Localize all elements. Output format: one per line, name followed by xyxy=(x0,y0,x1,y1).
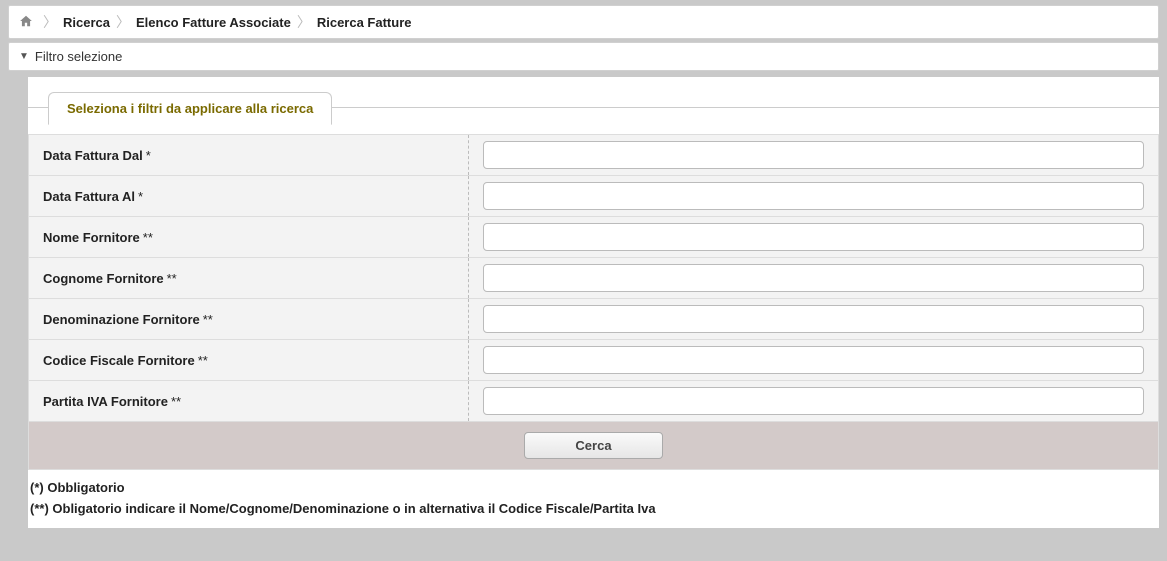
input-cell xyxy=(469,135,1158,175)
required-mark: ** xyxy=(167,271,177,286)
input-cell xyxy=(469,258,1158,298)
row-denominazione-fornitore: Denominazione Fornitore ** xyxy=(29,299,1158,340)
label-partita-iva-fornitore: Partita IVA Fornitore ** xyxy=(29,381,469,421)
content-wrap: Seleziona i filtri da applicare alla ric… xyxy=(8,77,1159,528)
caret-down-icon: ▼ xyxy=(19,51,29,62)
required-mark: ** xyxy=(198,353,208,368)
search-filters-fieldset: Seleziona i filtri da applicare alla ric… xyxy=(28,107,1159,528)
label-cognome-fornitore: Cognome Fornitore ** xyxy=(29,258,469,298)
button-bar: Cerca xyxy=(28,422,1159,470)
label-nome-fornitore: Nome Fornitore ** xyxy=(29,217,469,257)
label-text: Partita IVA Fornitore xyxy=(43,394,168,409)
partita-iva-fornitore-input[interactable] xyxy=(483,387,1144,415)
breadcrumb-separator: 〉 xyxy=(116,12,130,32)
breadcrumb-separator: 〉 xyxy=(43,12,57,32)
breadcrumb-item-elenco[interactable]: Elenco Fatture Associate xyxy=(136,15,291,30)
label-codice-fiscale-fornitore: Codice Fiscale Fornitore ** xyxy=(29,340,469,380)
required-mark: ** xyxy=(143,230,153,245)
label-data-fattura-al: Data Fattura Al * xyxy=(29,176,469,216)
filter-selection-toggle[interactable]: ▼ Filtro selezione xyxy=(8,42,1159,71)
form-rows: Data Fattura Dal * Data Fattura Al * xyxy=(28,134,1159,422)
content-panel: Seleziona i filtri da applicare alla ric… xyxy=(28,77,1159,528)
breadcrumb-separator: 〉 xyxy=(297,12,311,32)
fieldset-legend: Seleziona i filtri da applicare alla ric… xyxy=(48,92,332,125)
required-mark: ** xyxy=(203,312,213,327)
data-fattura-dal-input[interactable] xyxy=(483,141,1144,169)
input-cell xyxy=(469,299,1158,339)
home-icon[interactable] xyxy=(19,14,33,31)
cerca-button[interactable]: Cerca xyxy=(524,432,662,459)
input-cell xyxy=(469,381,1158,421)
label-text: Cognome Fornitore xyxy=(43,271,164,286)
input-cell xyxy=(469,176,1158,216)
label-denominazione-fornitore: Denominazione Fornitore ** xyxy=(29,299,469,339)
breadcrumb: 〉 Ricerca 〉 Elenco Fatture Associate 〉 R… xyxy=(8,5,1159,39)
input-cell xyxy=(469,217,1158,257)
footnotes: (*) Obbligatorio (**) Obligatorio indica… xyxy=(28,470,1159,528)
nome-fornitore-input[interactable] xyxy=(483,223,1144,251)
footnote-required: (*) Obbligatorio xyxy=(30,478,1157,499)
breadcrumb-item-ricerca[interactable]: Ricerca xyxy=(63,15,110,30)
cognome-fornitore-input[interactable] xyxy=(483,264,1144,292)
row-nome-fornitore: Nome Fornitore ** xyxy=(29,217,1158,258)
row-codice-fiscale-fornitore: Codice Fiscale Fornitore ** xyxy=(29,340,1158,381)
label-text: Data Fattura Dal xyxy=(43,148,143,163)
row-cognome-fornitore: Cognome Fornitore ** xyxy=(29,258,1158,299)
label-text: Codice Fiscale Fornitore xyxy=(43,353,195,368)
label-data-fattura-dal: Data Fattura Dal * xyxy=(29,135,469,175)
required-mark: * xyxy=(146,148,151,163)
row-data-fattura-dal: Data Fattura Dal * xyxy=(29,135,1158,176)
label-text: Denominazione Fornitore xyxy=(43,312,200,327)
row-partita-iva-fornitore: Partita IVA Fornitore ** xyxy=(29,381,1158,422)
input-cell xyxy=(469,340,1158,380)
required-mark: ** xyxy=(171,394,181,409)
denominazione-fornitore-input[interactable] xyxy=(483,305,1144,333)
codice-fiscale-fornitore-input[interactable] xyxy=(483,346,1144,374)
label-text: Data Fattura Al xyxy=(43,189,135,204)
label-text: Nome Fornitore xyxy=(43,230,140,245)
required-mark: * xyxy=(138,189,143,204)
row-data-fattura-al: Data Fattura Al * xyxy=(29,176,1158,217)
breadcrumb-item-ricerca-fatture[interactable]: Ricerca Fatture xyxy=(317,15,412,30)
data-fattura-al-input[interactable] xyxy=(483,182,1144,210)
filter-header-label: Filtro selezione xyxy=(35,49,122,64)
footnote-alternative: (**) Obligatorio indicare il Nome/Cognom… xyxy=(30,499,1157,520)
